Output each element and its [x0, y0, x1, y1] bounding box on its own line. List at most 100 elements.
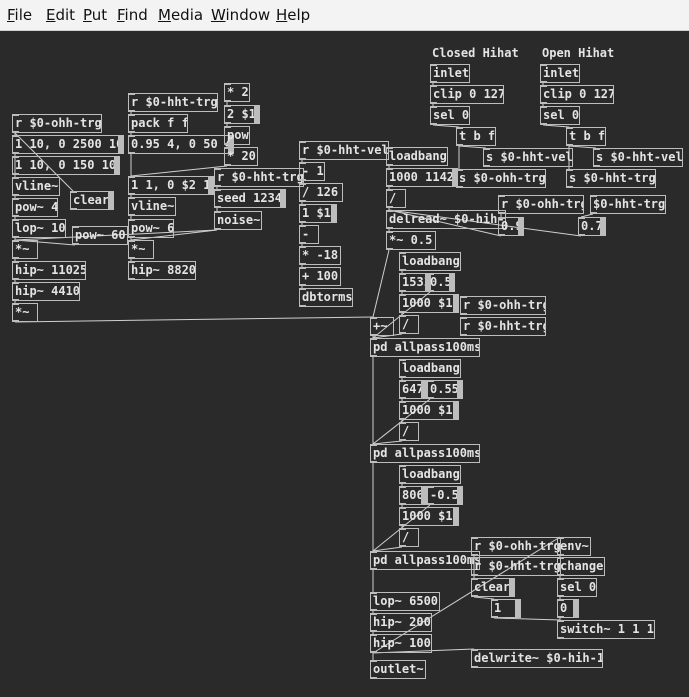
object-box-ohh-s-vel[interactable]: s $0-hht-vel	[593, 148, 683, 167]
inlet-port[interactable]	[129, 220, 135, 221]
inlet-port[interactable]	[300, 268, 306, 269]
inlet-port[interactable]	[13, 199, 19, 200]
patch-cord[interactable]	[130, 165, 228, 177]
object-box-minus1[interactable]: - 1	[299, 162, 325, 181]
inlet-port[interactable]	[492, 600, 498, 601]
object-box-hip100[interactable]: hip~ 100	[370, 634, 432, 653]
outlet-port[interactable]	[541, 102, 547, 103]
patch-cord[interactable]	[493, 617, 561, 621]
message-box-n647[interactable]: 647	[399, 380, 427, 399]
outlet-port[interactable]	[387, 248, 393, 249]
object-box-hip11025[interactable]: hip~ 11025	[12, 261, 86, 280]
object-box-ohh-clip[interactable]: clip 0 127	[540, 85, 614, 104]
inlet-port[interactable]	[129, 198, 135, 199]
outlet-port[interactable]	[300, 221, 306, 222]
patch-cord[interactable]	[372, 249, 390, 318]
menu-media[interactable]: Media	[158, 6, 203, 24]
outlet-port[interactable]	[129, 193, 135, 194]
inlet-port[interactable]	[387, 190, 393, 191]
inlet-port[interactable]	[428, 274, 434, 275]
inlet-port[interactable]	[215, 190, 221, 191]
outlet-port[interactable]	[371, 568, 377, 569]
outlet-port[interactable]	[400, 524, 406, 525]
object-box-allpass1[interactable]: pd allpass100ms	[370, 338, 480, 357]
object-box-mul-2[interactable]: * 2	[224, 83, 250, 102]
inlet-port[interactable]	[371, 339, 377, 340]
object-box-plus-tilde[interactable]: +~	[370, 317, 394, 336]
outlet-port[interactable]	[472, 595, 478, 596]
patch-cord[interactable]	[568, 145, 597, 149]
inlet-port[interactable]	[371, 445, 377, 446]
inlet-port[interactable]	[541, 107, 547, 108]
object-box-chh-clip[interactable]: clip 0 127	[430, 85, 504, 104]
inlet-port[interactable]	[472, 558, 478, 559]
outlet-port[interactable]	[492, 616, 498, 617]
outlet-port[interactable]	[400, 290, 406, 291]
inlet-port[interactable]	[558, 600, 564, 601]
outlet-port[interactable]	[428, 503, 434, 504]
message-box-num07[interactable]: 0.7	[578, 217, 606, 236]
object-box-r-ohh-trg4[interactable]: r $0-ohh-trg	[471, 537, 561, 556]
message-box-clear1[interactable]: clear	[70, 191, 114, 210]
inlet-port[interactable]	[13, 220, 19, 221]
outlet-port[interactable]	[371, 609, 377, 610]
inlet-port[interactable]	[400, 253, 406, 254]
object-box-r-hht-trg2[interactable]: r $0-hht-trg	[214, 168, 304, 187]
message-box-msg-095[interactable]: 0.95 4, 0 50 4	[128, 135, 234, 154]
message-box-n806[interactable]: 806	[399, 486, 427, 505]
object-box-r-hht-vel[interactable]: r $0-hht-vel	[299, 141, 389, 160]
outlet-port[interactable]	[129, 257, 135, 258]
outlet-port[interactable]	[558, 574, 564, 575]
object-box-pow4[interactable]: pow~ 4	[12, 198, 58, 217]
inlet-port[interactable]	[73, 227, 79, 228]
inlet-port[interactable]	[371, 614, 377, 615]
outlet-port[interactable]	[129, 214, 135, 215]
object-box-chh-inlet[interactable]: inlet	[430, 64, 470, 83]
object-box-noise[interactable]: noise~	[214, 211, 262, 230]
message-box-num1[interactable]: 1	[491, 599, 521, 618]
object-box-slash4[interactable]: /	[399, 528, 419, 547]
outlet-port[interactable]	[400, 311, 406, 312]
object-box-slash3[interactable]: /	[399, 422, 419, 441]
outlet-port[interactable]	[129, 152, 135, 153]
inlet-port[interactable]	[484, 149, 490, 150]
inlet-port[interactable]	[129, 136, 135, 137]
outlet-port[interactable]	[400, 545, 406, 546]
outlet-port[interactable]	[400, 439, 406, 440]
object-box-plus100[interactable]: + 100	[299, 267, 341, 286]
outlet-port[interactable]	[431, 102, 437, 103]
object-box-change[interactable]: change	[557, 557, 605, 576]
inlet-port[interactable]	[71, 192, 77, 193]
outlet-port[interactable]	[371, 461, 377, 462]
outlet-port[interactable]	[558, 595, 564, 596]
outlet-port[interactable]	[558, 616, 564, 617]
menu-find[interactable]: Find	[117, 6, 148, 24]
object-box-r-hht-trg4[interactable]: r $0-hht-trg	[460, 317, 546, 336]
inlet-port[interactable]	[13, 136, 19, 137]
outlet-port[interactable]	[13, 257, 19, 258]
message-box-msg-2s1[interactable]: 2 $1	[224, 105, 260, 124]
inlet-port[interactable]	[387, 148, 393, 149]
outlet-port[interactable]	[371, 630, 377, 631]
outlet-port[interactable]	[73, 243, 79, 244]
object-box-lop6500[interactable]: lop~ 6500	[370, 592, 440, 611]
inlet-port[interactable]	[428, 487, 434, 488]
inlet-port[interactable]	[129, 94, 135, 95]
outlet-port[interactable]	[300, 263, 306, 264]
object-box-allpass3[interactable]: pd allpass100ms	[370, 551, 480, 570]
object-box-vline2[interactable]: vline~	[128, 197, 176, 216]
inlet-port[interactable]	[225, 84, 231, 85]
inlet-port[interactable]	[400, 316, 406, 317]
outlet-port[interactable]	[129, 110, 135, 111]
outlet-port[interactable]	[225, 143, 231, 144]
object-box-mul1[interactable]: *~	[12, 240, 38, 259]
outlet-port[interactable]	[129, 131, 135, 132]
inlet-port[interactable]	[400, 508, 406, 509]
inlet-port[interactable]	[400, 360, 406, 361]
outlet-port[interactable]	[461, 313, 467, 314]
outlet-port[interactable]	[472, 666, 478, 667]
inlet-port[interactable]	[129, 115, 135, 116]
object-box-mul3[interactable]: *~	[128, 240, 154, 259]
inlet-port[interactable]	[579, 218, 585, 219]
message-box-nm05[interactable]: -0.5	[427, 486, 463, 505]
